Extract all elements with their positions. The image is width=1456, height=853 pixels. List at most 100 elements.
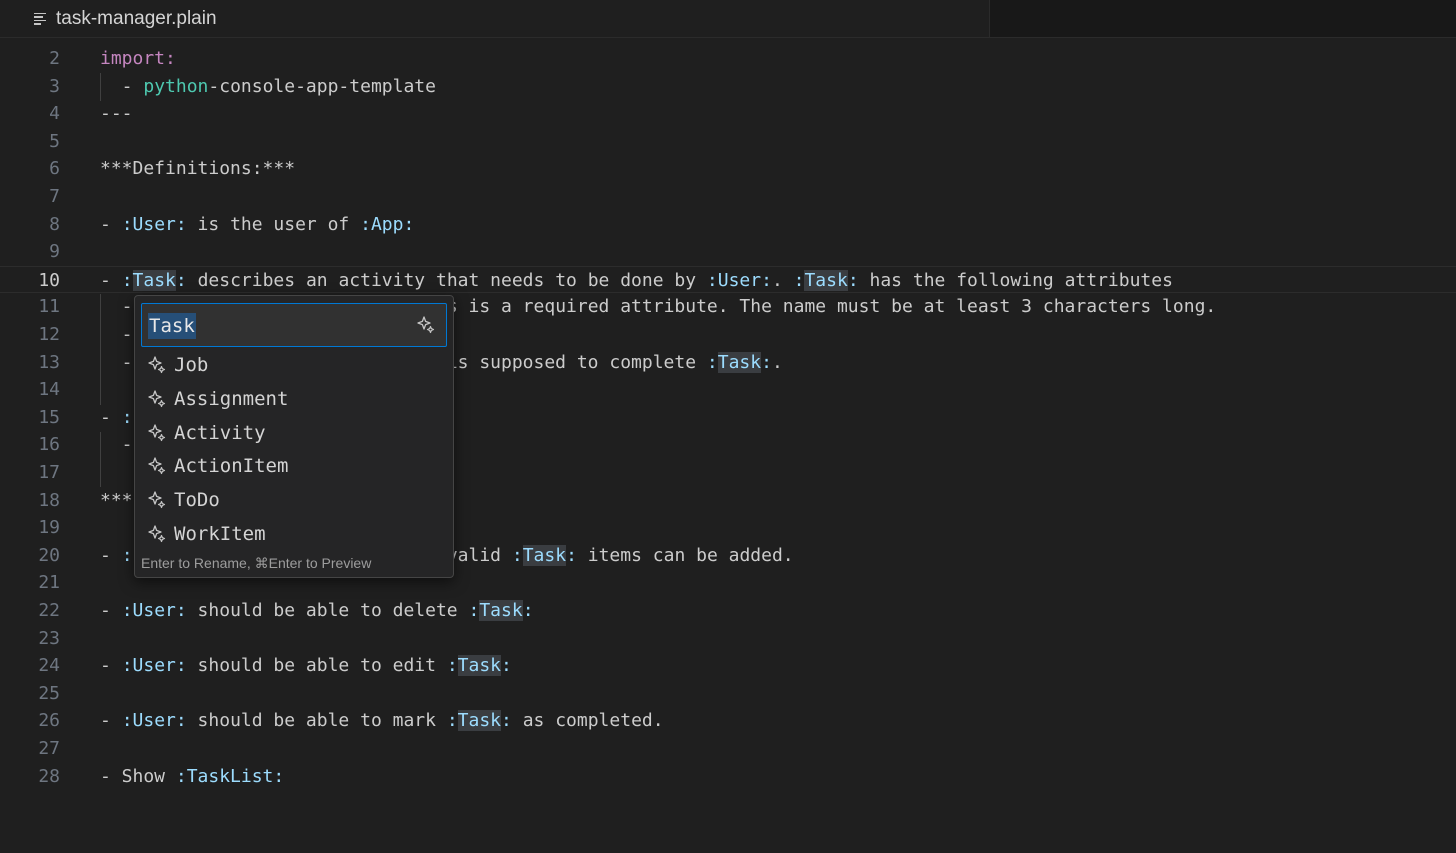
code-line[interactable]: 26 - :User: should be able to mark :Task:…: [0, 707, 1456, 735]
line-number: 5: [49, 130, 60, 152]
rename-suggestion-item[interactable]: Job: [143, 349, 443, 381]
code-text: ---: [100, 100, 133, 128]
code-token: :: [121, 406, 133, 428]
code-line[interactable]: 3 - python-console-app-template: [0, 73, 1456, 101]
sparkle-icon: [147, 490, 167, 510]
rename-suggestion-item[interactable]: ActionItem: [143, 450, 443, 482]
code-line[interactable]: 27: [0, 735, 1456, 763]
rename-input[interactable]: [146, 310, 406, 340]
line-number: 3: [49, 75, 60, 97]
code-line[interactable]: 25: [0, 680, 1456, 708]
code-token: :: [121, 544, 133, 566]
code-line[interactable]: 9: [0, 238, 1456, 266]
code-line[interactable]: 22 - :User: should be able to delete :Tas…: [0, 597, 1456, 625]
code-text: - :Task: describes an activity that need…: [100, 267, 1173, 295]
code-token: :: [511, 544, 523, 566]
line-number: 15: [38, 406, 60, 428]
rename-suggestion-label: Activity: [174, 421, 266, 444]
sparkle-icon: [147, 389, 167, 409]
line-number: 6: [49, 158, 60, 180]
code-token: :: [175, 269, 187, 291]
code-token: items can be added.: [576, 544, 794, 566]
sparkle-icon[interactable]: [416, 315, 436, 335]
code-token: should be able to edit: [186, 655, 447, 677]
rename-suggestion-item[interactable]: WorkItem: [143, 518, 443, 550]
symbol-highlight: Task: [522, 544, 567, 566]
code-token: import:: [100, 48, 176, 69]
code-token: should be able to mark: [186, 710, 447, 732]
code-token: is the user of: [186, 213, 361, 235]
code-token: :User:: [706, 269, 772, 291]
rename-suggestion-item[interactable]: Assignment: [143, 383, 443, 415]
symbol-highlight: Task: [717, 351, 762, 373]
symbol-highlight: Task: [457, 655, 502, 677]
code-text: - :User: should be able to mark :Task: a…: [100, 707, 664, 735]
code-token: :: [793, 269, 805, 291]
code-token: :: [706, 351, 718, 373]
code-token: :App:: [360, 213, 415, 235]
code-token: -: [100, 600, 122, 621]
code-line[interactable]: 10 - :Task: describes an activity that ne…: [0, 265, 1456, 295]
rename-suggestion-item[interactable]: ToDo: [143, 484, 443, 516]
code-token: :: [446, 655, 458, 677]
line-number: 11: [38, 296, 60, 318]
code-token: :: [522, 600, 534, 621]
line-number: 22: [38, 600, 60, 621]
code-token: :: [121, 269, 133, 291]
rename-hint: Enter to Rename, ⌘Enter to Preview: [141, 555, 372, 571]
sparkle-icon: [147, 355, 167, 375]
code-line[interactable]: 5: [0, 128, 1456, 156]
line-number: 8: [49, 213, 60, 235]
code-token: :TaskList:: [175, 765, 285, 787]
sparkle-icon: [147, 423, 167, 443]
line-number: 10: [38, 269, 60, 291]
code-line[interactable]: 8 - :User: is the user of :App:: [0, 211, 1456, 239]
symbol-highlight: Task: [804, 269, 848, 291]
code-token: -: [100, 544, 122, 566]
line-number: 2: [49, 48, 60, 69]
rename-suggestion-label: ToDo: [174, 489, 220, 512]
code-token: :User:: [121, 600, 187, 621]
rename-widget: Task Job Assignment Activity ActionItem ToDo…: [134, 295, 454, 578]
code-line[interactable]: 24 - :User: should be able to edit :Task:: [0, 652, 1456, 680]
code-token: .: [771, 351, 783, 373]
line-number: 16: [38, 434, 60, 456]
code-token: ***: [100, 489, 133, 511]
rename-suggestion-label: Job: [174, 354, 209, 376]
code-token: -: [100, 75, 144, 97]
code-line[interactable]: 4 ---: [0, 100, 1456, 128]
line-number: 26: [38, 710, 60, 732]
code-token: :User:: [121, 655, 187, 677]
line-number: 9: [49, 241, 60, 263]
code-token: - Show: [100, 765, 176, 787]
code-line[interactable]: 6 ***Definitions:***: [0, 155, 1456, 183]
code-text: - python-console-app-template: [100, 73, 436, 101]
tab-bar: task-manager.plain: [0, 0, 1456, 38]
code-line[interactable]: 28 - Show :TaskList:: [0, 763, 1456, 791]
code-token: ---: [100, 103, 133, 125]
code-token: :: [468, 600, 480, 621]
code-line[interactable]: 7: [0, 183, 1456, 211]
sparkle-icon: [147, 456, 167, 476]
line-number: 21: [38, 572, 60, 594]
line-number: 4: [49, 103, 60, 125]
code-token: python: [143, 75, 209, 97]
rename-suggestion-item[interactable]: Activity: [143, 417, 443, 449]
code-token: :User:: [121, 213, 187, 235]
code-token: ***Definitions:***: [100, 158, 296, 180]
code-token: as completed.: [511, 710, 664, 732]
rename-input-box[interactable]: Task: [141, 303, 447, 347]
line-number: 20: [38, 544, 60, 566]
code-line[interactable]: 23: [0, 625, 1456, 653]
rename-suggestion-label: WorkItem: [174, 523, 266, 545]
editor-tab[interactable]: task-manager.plain: [0, 0, 990, 37]
line-number: 14: [38, 379, 60, 401]
code-text: - :User: is the user of :App:: [100, 211, 414, 239]
line-number: 12: [38, 324, 60, 345]
line-number: 28: [38, 765, 60, 787]
code-line[interactable]: 2 import:: [0, 45, 1456, 73]
code-text: - Show :TaskList:: [100, 763, 284, 791]
code-token: -: [100, 406, 122, 428]
code-token: . This is a required attribute. The name…: [392, 296, 1217, 318]
code-token: -console-app-template: [208, 75, 436, 97]
